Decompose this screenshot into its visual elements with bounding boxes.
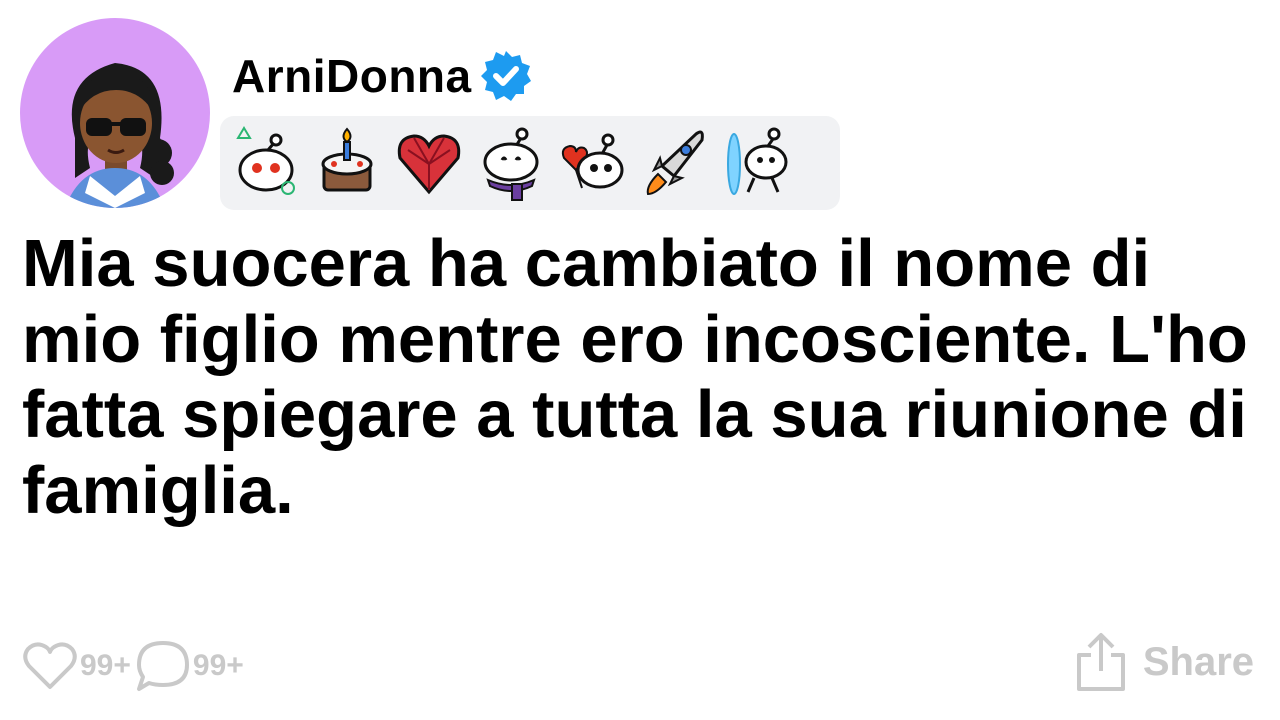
snoo-portal-icon (727, 127, 788, 195)
rocket-icon (646, 130, 704, 196)
share-button[interactable]: Share (1073, 630, 1254, 694)
avatar-illustration (65, 63, 174, 208)
like-count: 99+ (80, 649, 131, 682)
birthday-cake-icon (321, 127, 373, 192)
action-bar: 99+ 99+ (22, 638, 248, 694)
share-icon (1076, 633, 1125, 691)
avatar[interactable] (20, 18, 210, 208)
verified-badge-icon (480, 51, 531, 101)
snoo-heart-balloon-icon (561, 133, 624, 189)
username-row: ArniDonna (232, 48, 534, 104)
snoo-shapes-icon (236, 126, 295, 195)
username[interactable]: ArniDonna (232, 48, 472, 104)
heart-icon[interactable] (22, 639, 78, 693)
post-title: Mia suocera ha cambiato il nome di mio f… (22, 226, 1248, 528)
share-label: Share (1142, 639, 1254, 684)
comment-icon[interactable] (135, 639, 191, 693)
snoo-scarf-icon (483, 127, 539, 201)
gem-heart-icon (397, 134, 461, 195)
achievement-badges (220, 116, 840, 210)
comment-count: 99+ (192, 649, 244, 682)
